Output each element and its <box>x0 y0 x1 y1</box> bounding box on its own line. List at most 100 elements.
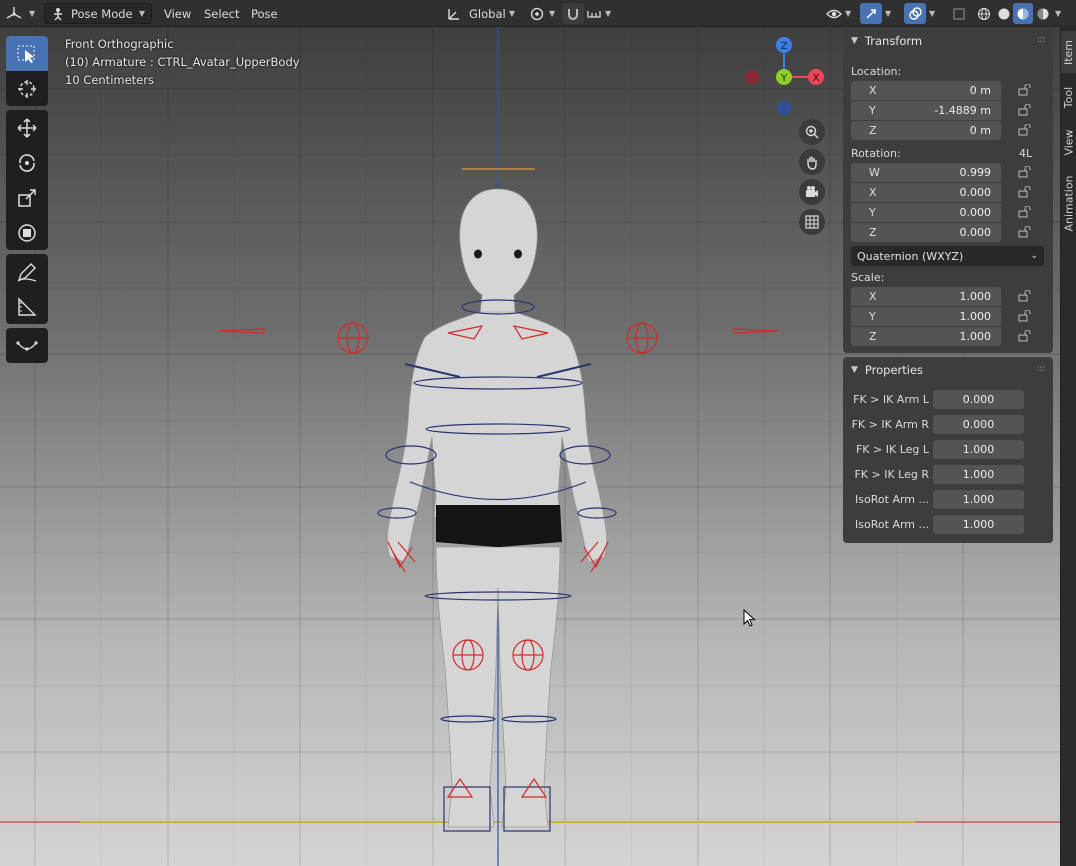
transform-tool[interactable] <box>6 215 48 250</box>
mode-dropdown[interactable]: Pose Mode ▼ <box>44 3 152 24</box>
rotation-mode-label: Quaternion (WXYZ) <box>857 249 964 263</box>
editor-type-button[interactable]: ▼ <box>5 3 35 24</box>
snap-toggle[interactable] <box>562 3 584 24</box>
camera-view-button[interactable] <box>799 179 825 205</box>
zoom-button[interactable] <box>799 119 825 145</box>
snap-target-dropdown[interactable]: ▼ <box>586 3 611 24</box>
scale-label: Scale: <box>851 271 885 284</box>
drag-handle-icon[interactable]: :::: <box>1037 364 1046 374</box>
chevron-down-icon: ▼ <box>138 9 145 18</box>
drag-handle-icon[interactable]: :::: <box>1037 35 1046 45</box>
scale-x-field[interactable]: X 1.000 <box>851 287 1001 306</box>
field-value: -1.4889 m <box>934 104 991 117</box>
tab-tool-label: Tool <box>1062 86 1076 108</box>
location-x-field[interactable]: X 0 m <box>851 81 1001 100</box>
scale-y-field[interactable]: Y 1.000 <box>851 307 1001 326</box>
lock-icon[interactable] <box>1018 166 1032 178</box>
properties-panel-header[interactable]: ▼ Properties :::: <box>843 357 1053 383</box>
lock-icon[interactable] <box>1018 186 1032 198</box>
transform-panel-header[interactable]: ▼ Transform :::: <box>843 28 1053 54</box>
chevron-down-icon: ▼ <box>845 9 852 18</box>
shading-rendered-button[interactable] <box>1033 3 1053 24</box>
tab-tool[interactable]: Tool <box>1061 77 1076 117</box>
3d-viewport[interactable]: Front Orthographic (10) Armature : CTRL_… <box>0 27 1060 866</box>
shading-options-dropdown[interactable]: ▼ <box>1055 3 1061 24</box>
rotation-lock-4l-toggle[interactable]: 4L <box>1019 147 1032 160</box>
rotation-w-field[interactable]: W 0.999 <box>851 163 1001 182</box>
orientation-icon <box>448 8 459 20</box>
pivot-point-button[interactable]: ▼ <box>529 3 555 24</box>
field-value: 0.000 <box>959 226 992 239</box>
xray-toggle[interactable] <box>948 3 970 24</box>
chevron-down-icon: ▼ <box>929 9 936 18</box>
rotate-tool[interactable] <box>6 145 48 180</box>
move-tool[interactable] <box>6 110 48 145</box>
lock-icon[interactable] <box>1018 104 1032 116</box>
rotation-mode-dropdown[interactable]: Quaternion (WXYZ) ⌄ <box>851 246 1044 266</box>
transform-orientation-dropdown[interactable]: Global ▼ <box>441 3 521 24</box>
menu-view[interactable]: View <box>158 3 197 24</box>
location-y-field[interactable]: Y -1.4889 m <box>851 101 1001 120</box>
property-row: FK > IK Leg R 1.000 <box>843 464 1053 484</box>
tab-item-label: Item <box>1062 39 1076 65</box>
property-value-field[interactable]: 1.000 <box>933 489 1024 509</box>
move-icon <box>17 117 37 138</box>
gizmo-z-label: Z <box>781 41 788 52</box>
viewport-header: ▼ Pose Mode ▼ View Select Pose Global ▼ … <box>0 0 1076 27</box>
orientation-label: Global <box>469 6 506 21</box>
field-axis-label: Y <box>869 310 876 323</box>
viewport-info: Front Orthographic (10) Armature : CTRL_… <box>65 35 300 89</box>
property-label: IsoRot Arm ... <box>855 492 929 506</box>
annotate-tool[interactable] <box>6 254 48 289</box>
tab-item[interactable]: Item <box>1061 31 1076 73</box>
lock-icon[interactable] <box>1018 206 1032 218</box>
cursor-icon <box>18 79 36 98</box>
shading-solid-button[interactable] <box>994 3 1014 24</box>
visibility-dropdown[interactable]: ▼ <box>826 3 851 24</box>
select-box-icon <box>17 45 35 63</box>
select-box-tool[interactable] <box>6 36 48 71</box>
pan-button[interactable] <box>799 149 825 175</box>
scale-tool[interactable] <box>6 180 48 215</box>
lock-icon[interactable] <box>1018 84 1032 96</box>
overlays-toggle[interactable]: ▼ <box>904 3 935 24</box>
tab-animation[interactable]: Animation <box>1061 167 1076 239</box>
tab-view[interactable]: View <box>1061 121 1076 163</box>
lock-icon[interactable] <box>1018 124 1032 136</box>
rotation-label: Rotation: <box>851 147 901 160</box>
lock-icon[interactable] <box>1018 290 1032 302</box>
property-value-field[interactable]: 0.000 <box>933 414 1024 434</box>
shading-wireframe-button[interactable] <box>974 3 994 24</box>
property-row: FK > IK Leg L 1.000 <box>843 439 1053 459</box>
relax-pose-tool[interactable] <box>6 328 48 363</box>
property-row: IsoRot Arm ... 1.000 <box>843 489 1053 509</box>
mouse-cursor-icon <box>743 609 756 627</box>
lock-icon[interactable] <box>1018 226 1032 238</box>
lock-icon[interactable] <box>1018 310 1032 322</box>
rotation-z-field[interactable]: Z 0.000 <box>851 223 1001 242</box>
navigation-gizmo[interactable]: Z X Y <box>740 33 830 123</box>
measure-tool[interactable] <box>6 289 48 324</box>
rotation-x-field[interactable]: X 0.000 <box>851 183 1001 202</box>
menu-select[interactable]: Select <box>198 3 245 24</box>
field-axis-label: X <box>869 84 877 97</box>
gizmo-icon <box>860 3 882 24</box>
property-value-field[interactable]: 1.000 <box>933 439 1024 459</box>
tool-shelf <box>6 36 48 367</box>
menu-pose[interactable]: Pose <box>245 3 284 24</box>
rotation-y-field[interactable]: Y 0.000 <box>851 203 1001 222</box>
shading-material-button[interactable] <box>1013 3 1033 24</box>
property-value-field[interactable]: 0.000 <box>933 389 1024 409</box>
hand-icon <box>807 156 817 170</box>
property-value-field[interactable]: 1.000 <box>933 464 1024 484</box>
location-z-field[interactable]: Z 0 m <box>851 121 1001 140</box>
perspective-toggle-button[interactable] <box>799 209 825 235</box>
property-value-field[interactable]: 1.000 <box>933 514 1024 534</box>
field-axis-label: Z <box>869 226 877 239</box>
chevron-down-icon: ▼ <box>549 9 556 18</box>
gizmo-toggle[interactable]: ▼ <box>860 3 891 24</box>
lock-icon[interactable] <box>1018 330 1032 342</box>
cursor-tool[interactable] <box>6 71 48 106</box>
scale-z-field[interactable]: Z 1.000 <box>851 327 1001 346</box>
solid-sphere-icon <box>994 3 1014 24</box>
